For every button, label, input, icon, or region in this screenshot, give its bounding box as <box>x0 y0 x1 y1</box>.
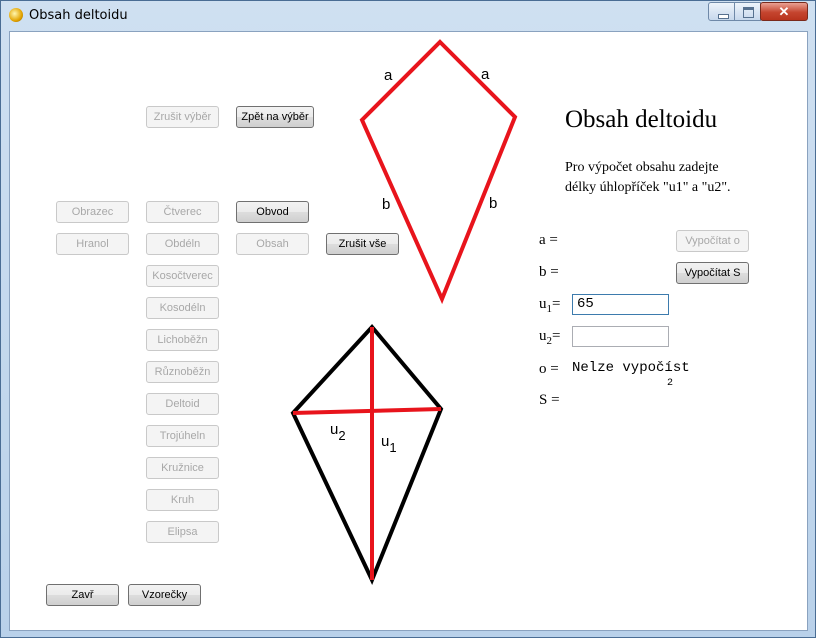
label-u1: u1= <box>539 296 561 315</box>
label-b: b = <box>539 264 559 280</box>
u1-input[interactable]: 65 <box>572 294 669 315</box>
u1-label: u1 <box>381 433 397 455</box>
vypocitat-s-button[interactable]: Vypočítat S <box>676 262 749 284</box>
label-a: a = <box>539 232 558 248</box>
close-icon: ✕ <box>778 4 790 19</box>
close-button[interactable]: ✕ <box>760 2 808 21</box>
app-icon <box>9 8 23 22</box>
label-o: o = <box>539 361 559 377</box>
u2-input[interactable] <box>572 326 669 347</box>
label-s: S = <box>539 392 560 408</box>
window-title: Obsah deltoidu <box>29 8 128 23</box>
label-u2: u2= <box>539 328 561 347</box>
side-b-left-label: b <box>382 196 390 213</box>
kite-outline-black <box>290 323 444 585</box>
maximize-button[interactable] <box>734 2 761 21</box>
title-bar[interactable]: Obsah deltoidu ✕ <box>1 1 815 31</box>
kite-diagram-top: a a b b <box>359 39 518 305</box>
diagonal-u2 <box>292 407 442 415</box>
side-b-right-label: b <box>489 195 497 212</box>
kite-diagram-bottom: u2 u1 <box>290 323 444 585</box>
app-window: Obsah deltoidu ✕ Zrušit výběr Zpět na vý… <box>0 0 816 638</box>
side-a-right-label: a <box>481 66 490 83</box>
side-a-left-label: a <box>384 67 393 84</box>
vypocitat-o-button[interactable]: Vypočítat o <box>676 230 749 252</box>
description-line-2: délky úhlopříček "u1" a "u2". <box>565 180 731 195</box>
s-result-superscript: 2 <box>667 378 674 389</box>
o-result: Nelze vypočíst <box>572 360 690 376</box>
description-line-1: Pro výpočet obsahu zadejte <box>565 160 719 175</box>
page-title: Obsah deltoidu <box>565 106 718 133</box>
minimize-button[interactable] <box>708 2 735 21</box>
client-area: Zrušit výběr Zpět na výběr Obrazec Hrano… <box>9 31 808 631</box>
u2-label: u2 <box>330 421 346 443</box>
